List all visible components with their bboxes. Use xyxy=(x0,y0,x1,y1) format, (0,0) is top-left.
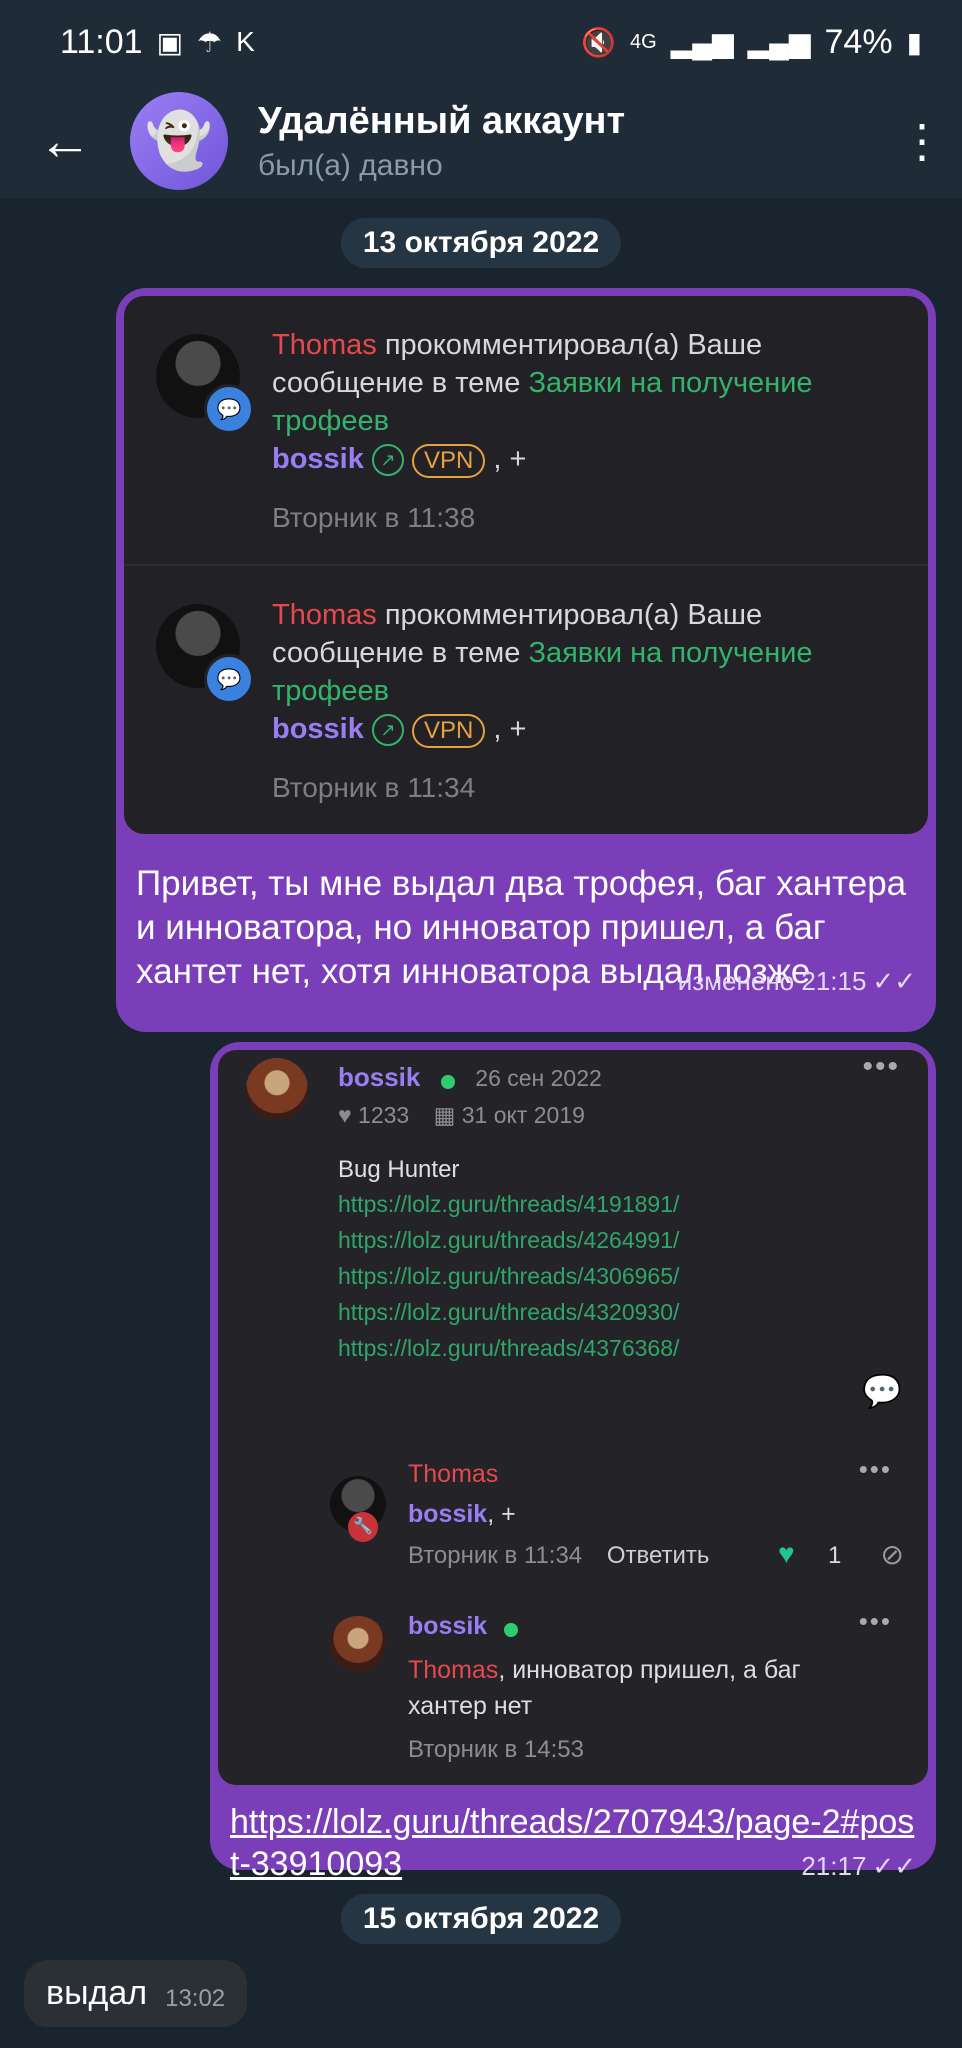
avatar xyxy=(246,1058,308,1120)
signal-icon-2: ▂▄▆ xyxy=(747,26,811,58)
umbrella-icon: ☂ xyxy=(197,26,223,58)
avatar xyxy=(330,1616,386,1672)
signal-icon: ▂▄▆ xyxy=(670,26,734,58)
post-title: Bug Hunter xyxy=(338,1156,460,1183)
calendar-icon: ▦ xyxy=(433,1102,456,1128)
likes-count: 1233 xyxy=(358,1102,410,1128)
post-link[interactable]: https://lolz.guru/threads/4306965/ xyxy=(338,1258,679,1294)
outgoing-message[interactable]: bossik 26 сен 2022 ••• ♥ 1233 ▦ 31 окт 2… xyxy=(210,1042,936,1883)
outgoing-message[interactable]: 💬 Thomas прокомментировал(а) Ваше сообще… xyxy=(116,288,936,1032)
notification-card: 💬 Thomas прокомментировал(а) Ваше сообще… xyxy=(124,296,928,834)
comment-icon: 💬 xyxy=(204,654,254,704)
more-options-icon[interactable]: ⋮ xyxy=(882,118,962,164)
post-author[interactable]: bossik xyxy=(338,1062,420,1092)
post-link[interactable]: https://lolz.guru/threads/4191891/ xyxy=(338,1186,679,1222)
comment-time: Вторник в 14:53 xyxy=(408,1736,584,1763)
status-bar: 11:01 ▣ ☂ K 🔇 4G ▂▄▆ ▂▄▆ 74% ▮ xyxy=(0,0,962,84)
more-icon[interactable]: ••• xyxy=(859,1606,892,1637)
date-separator: 13 октября 2022 xyxy=(340,218,622,268)
post-link[interactable]: https://lolz.guru/threads/4376368/ xyxy=(338,1330,679,1366)
reply-button[interactable]: Ответить xyxy=(607,1542,710,1569)
heart-icon: ♥ xyxy=(338,1102,352,1128)
hide-icon[interactable]: ⊘ xyxy=(881,1538,904,1571)
notification-tail: , + xyxy=(493,713,527,745)
read-check-icon: ✓✓ xyxy=(872,966,916,996)
vpn-badge: VPN xyxy=(412,714,486,748)
comment-time: Вторник в 11:34 xyxy=(408,1542,583,1569)
message-time: 13:02 xyxy=(165,1985,226,2012)
mentioned-user[interactable]: Thomas xyxy=(408,1656,498,1684)
notification-time: Вторник в 11:38 xyxy=(272,502,476,533)
comment-author[interactable]: bossik xyxy=(408,1612,487,1640)
post-links: https://lolz.guru/threads/4191891/ https… xyxy=(338,1186,679,1366)
chat-title: Удалённый аккаунт xyxy=(258,99,626,142)
comment-likes: 1 xyxy=(828,1542,842,1569)
comment-icon[interactable]: 💬 xyxy=(862,1372,902,1410)
post-date: 26 сен 2022 xyxy=(475,1065,602,1091)
author-name[interactable]: Thomas xyxy=(272,599,377,631)
back-arrow-icon[interactable]: ← xyxy=(0,110,130,172)
more-icon[interactable]: ••• xyxy=(862,1050,900,1084)
chat-header: ← 👻 Удалённый аккаунт был(а) давно ⋮ xyxy=(0,84,962,198)
forum-post-card: bossik 26 сен 2022 ••• ♥ 1233 ▦ 31 окт 2… xyxy=(218,1050,928,1785)
author-name[interactable]: Thomas xyxy=(272,329,377,361)
battery-level: 74% xyxy=(824,22,893,61)
vpn-badge: VPN xyxy=(412,444,486,478)
ghost-avatar[interactable]: 👻 xyxy=(130,92,228,190)
message-time: 21:17 xyxy=(801,1851,867,1881)
heart-icon[interactable]: ♥ xyxy=(778,1538,795,1570)
verified-icon: ↗ xyxy=(371,714,404,747)
post-link[interactable]: https://lolz.guru/threads/4320930/ xyxy=(338,1294,679,1330)
image-icon: ▣ xyxy=(156,26,184,58)
comment-author[interactable]: Thomas xyxy=(408,1460,498,1489)
online-indicator xyxy=(503,1622,518,1637)
network-type: 4G xyxy=(630,30,657,53)
user-name[interactable]: bossik xyxy=(272,443,364,475)
mentioned-user[interactable]: bossik xyxy=(408,1500,487,1528)
user-name[interactable]: bossik xyxy=(272,713,364,745)
comment-icon: 💬 xyxy=(204,384,254,434)
online-indicator xyxy=(440,1074,455,1089)
verified-icon: ↗ xyxy=(371,444,404,477)
read-check-icon: ✓✓ xyxy=(872,1851,916,1881)
notification-tail: , + xyxy=(493,443,527,475)
incoming-message[interactable]: выдал 13:02 xyxy=(24,1960,248,2027)
more-icon[interactable]: ••• xyxy=(859,1454,892,1485)
date-separator: 15 октября 2022 xyxy=(340,1894,622,1944)
message-text: выдал xyxy=(46,1974,148,2012)
battery-icon: ▮ xyxy=(906,26,922,58)
notification-time: Вторник в 11:34 xyxy=(272,772,476,803)
chat-status: был(а) давно xyxy=(258,148,443,182)
chat-title-block[interactable]: Удалённый аккаунт был(а) давно xyxy=(258,100,882,183)
notification-item[interactable]: 💬 Thomas прокомментировал(а) Ваше сообще… xyxy=(124,564,928,834)
notification-item[interactable]: 💬 Thomas прокомментировал(а) Ваше сообще… xyxy=(124,296,928,564)
join-date: 31 окт 2019 xyxy=(461,1102,585,1128)
message-time: изменено 21:15 xyxy=(677,966,867,996)
comment-text: , + xyxy=(487,1500,516,1528)
wrench-icon: 🔧 xyxy=(348,1512,378,1542)
mute-icon: 🔇 xyxy=(581,26,617,58)
status-time: 11:01 xyxy=(60,22,143,61)
post-link[interactable]: https://lolz.guru/threads/4264991/ xyxy=(338,1222,679,1258)
k-icon: K xyxy=(236,26,255,57)
